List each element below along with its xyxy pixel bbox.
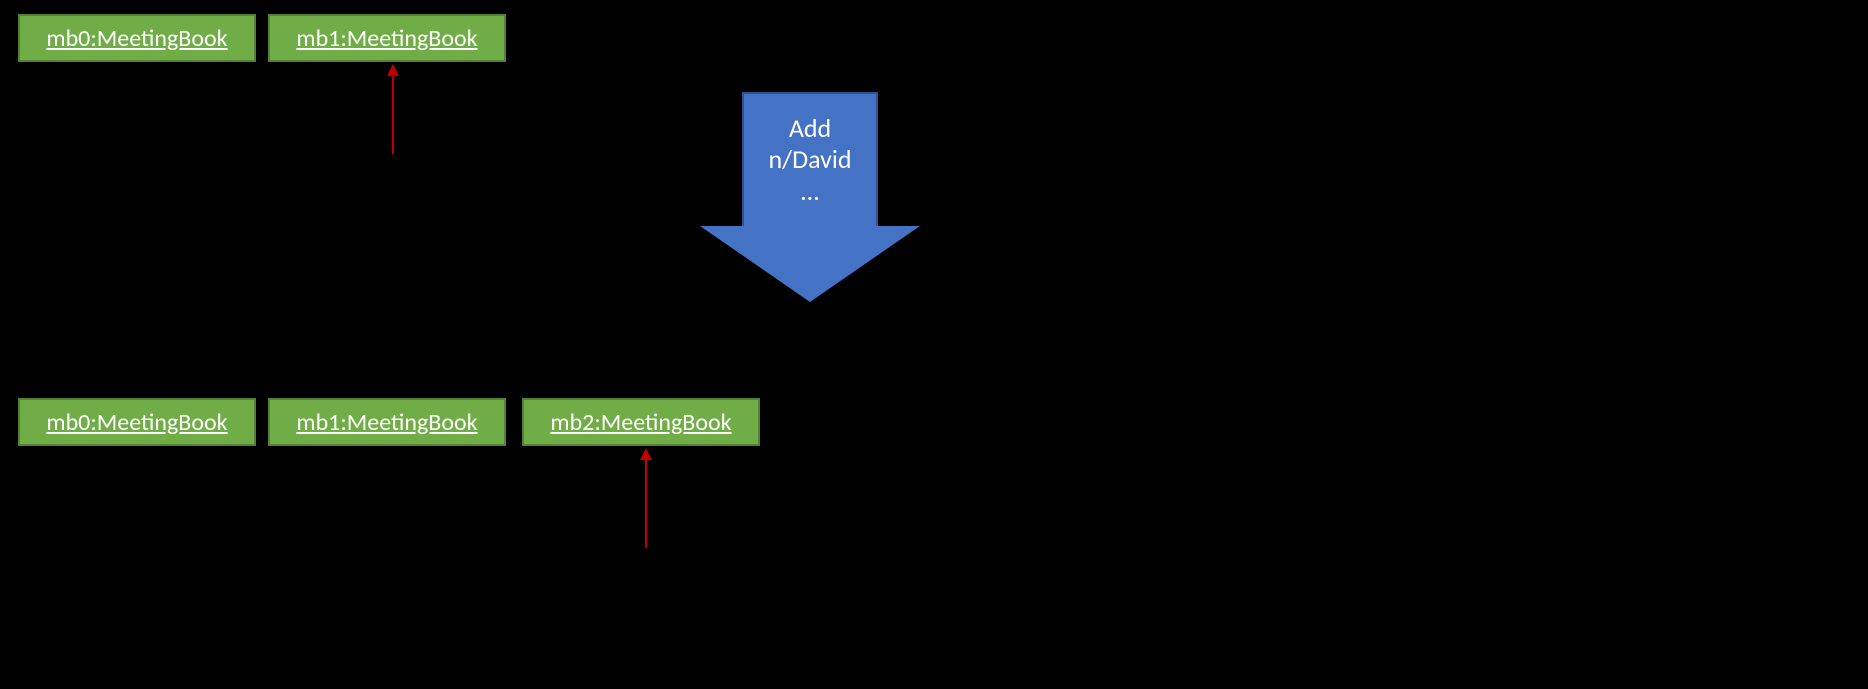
uml-object-mb0-top: mb0:MeetingBook — [18, 14, 256, 62]
uml-object-label: mb0:MeetingBook — [46, 408, 227, 437]
action-text-1: Add — [789, 113, 831, 144]
uml-object-mb1-top: mb1:MeetingBook — [268, 14, 506, 62]
uml-object-mb1-bottom: mb1:MeetingBook — [268, 398, 506, 446]
pointer-arrow-icon — [387, 64, 399, 154]
action-text-3: … — [801, 176, 819, 207]
pointer-arrow-icon — [640, 448, 652, 548]
action-text-2: n/David — [768, 144, 851, 175]
uml-object-label: mb2:MeetingBook — [550, 408, 731, 437]
uml-object-label: mb1:MeetingBook — [296, 24, 477, 53]
uml-object-mb2-bottom: mb2:MeetingBook — [522, 398, 760, 446]
uml-object-mb0-bottom: mb0:MeetingBook — [18, 398, 256, 446]
action-arrow: Add n/David … — [700, 92, 920, 302]
uml-object-label: mb0:MeetingBook — [46, 24, 227, 53]
uml-object-label: mb1:MeetingBook — [296, 408, 477, 437]
